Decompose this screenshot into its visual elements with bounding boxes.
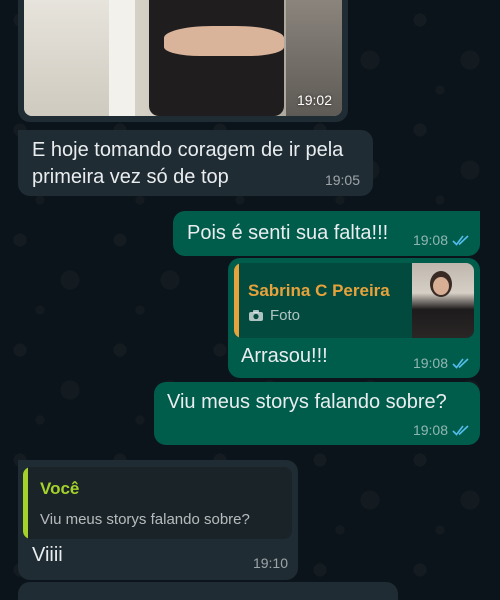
photo-message[interactable]: 19:02 — [18, 0, 348, 122]
read-ticks-icon — [452, 358, 469, 369]
message-time: 19:05 — [324, 172, 360, 188]
incoming-message[interactable]: E hoje tomando coragem de ir pela primei… — [18, 130, 373, 196]
incoming-message-partial[interactable] — [18, 582, 398, 600]
message-text: Pois é senti sua falta!!! — [187, 222, 389, 244]
camera-icon — [249, 310, 263, 321]
quote-label-text: Foto — [270, 307, 301, 324]
photo-skin — [164, 26, 284, 56]
message-time: 19:10 — [252, 555, 288, 571]
quote-bar — [23, 467, 28, 539]
message-meta: 19:05 — [325, 172, 360, 188]
message-text: Arrasou!!! — [241, 345, 328, 367]
quoted-message[interactable]: Você Viu meus storys falando sobre? — [23, 467, 292, 539]
message-text: E hoje tomando coragem de ir pela primei… — [32, 137, 343, 191]
photo-image[interactable]: 19:02 — [24, 0, 342, 116]
message-meta: 19:08 — [413, 355, 470, 371]
outgoing-message[interactable]: Pois é senti sua falta!!! 19:08 — [173, 211, 480, 256]
message-meta: 19:08 — [413, 422, 470, 438]
quote-author: Você — [40, 479, 80, 498]
message-text: Viu meus storys falando sobre? — [167, 391, 447, 413]
quote-bar — [234, 263, 239, 338]
photo-time: 19:02 — [296, 92, 332, 108]
read-ticks-icon — [452, 425, 469, 436]
quoted-photo[interactable]: Sabrina C Pereira Foto — [234, 263, 474, 338]
read-ticks-icon — [452, 235, 469, 246]
quote-thumbnail — [412, 263, 474, 338]
thumb-face — [433, 277, 449, 295]
quote-label: Foto — [248, 307, 300, 324]
message-time: 19:08 — [412, 355, 448, 371]
chat-window: 19:02 E hoje tomando coragem de ir pela … — [0, 0, 500, 600]
photo-person — [149, 0, 284, 116]
outgoing-message[interactable]: Viu meus storys falando sobre? 19:08 — [154, 382, 480, 445]
message-meta: 19:10 — [253, 555, 288, 571]
photo-door — [109, 0, 135, 116]
message-line-2: primeira vez só de top — [32, 166, 229, 188]
message-time: 19:08 — [412, 422, 448, 438]
incoming-reply-message[interactable]: Você Viu meus storys falando sobre? Viii… — [18, 460, 298, 580]
message-meta: 19:08 — [413, 232, 470, 248]
outgoing-reply-message[interactable]: Sabrina C Pereira Foto Arrasou!!! 19:08 — [228, 258, 480, 378]
message-time: 19:08 — [412, 232, 448, 248]
message-text: Viiii — [32, 544, 63, 566]
quote-text: Viu meus storys falando sobre? — [40, 511, 250, 528]
message-line-1: E hoje tomando coragem de ir pela — [32, 139, 344, 161]
quote-author: Sabrina C Pereira — [248, 281, 390, 300]
